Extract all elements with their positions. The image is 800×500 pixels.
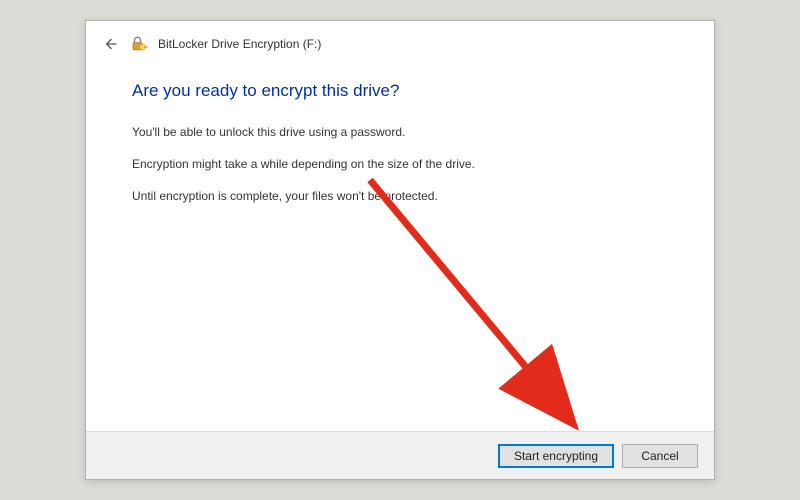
dialog-title: BitLocker Drive Encryption (F:) [158, 37, 321, 51]
bitlocker-dialog: BitLocker Drive Encryption (F:) Are you … [85, 20, 715, 480]
content-heading: Are you ready to encrypt this drive? [132, 81, 668, 101]
dialog-content: Are you ready to encrypt this drive? You… [86, 59, 714, 431]
cancel-button[interactable]: Cancel [622, 444, 698, 468]
bitlocker-icon [130, 35, 148, 53]
dialog-footer: Start encrypting Cancel [86, 431, 714, 479]
content-line-3: Until encryption is complete, your files… [132, 187, 668, 205]
arrow-left-icon [103, 36, 119, 52]
content-line-2: Encryption might take a while depending … [132, 155, 668, 173]
back-button[interactable] [102, 35, 120, 53]
content-line-1: You'll be able to unlock this drive usin… [132, 123, 668, 141]
start-encrypting-button[interactable]: Start encrypting [498, 444, 614, 468]
dialog-header: BitLocker Drive Encryption (F:) [86, 21, 714, 59]
